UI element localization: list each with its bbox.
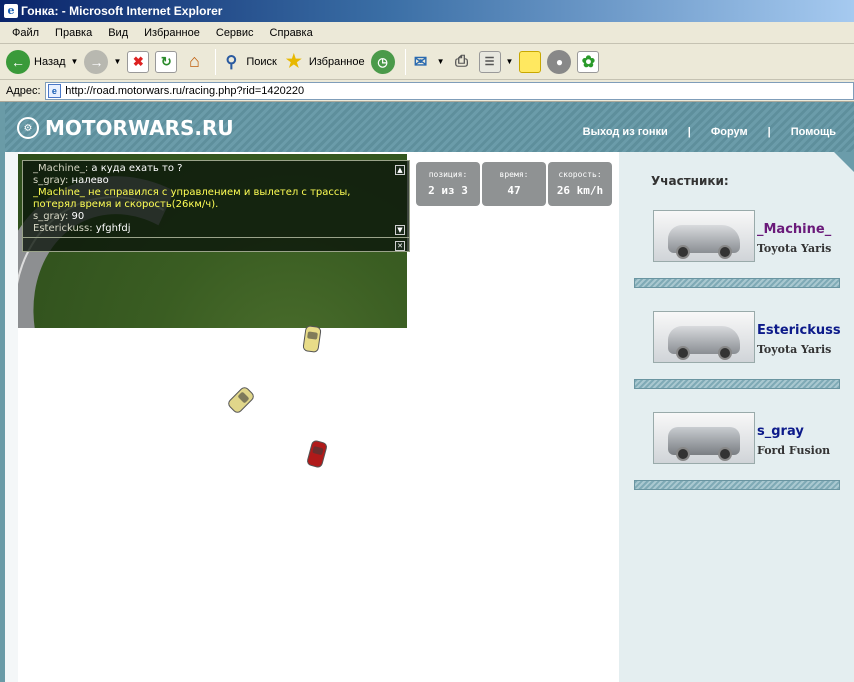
site-header: ⚙ MOTORWARS.RU Выход из гонки | Форум | … [5, 102, 854, 152]
search-icon: ⚲ [225, 53, 238, 71]
print-button[interactable]: ⎙ [451, 47, 473, 77]
address-input[interactable] [65, 84, 853, 97]
chat-system-line: _Machine_ не справился с управлением и в… [33, 187, 351, 198]
participants-title: Участники: [651, 174, 729, 188]
edit-dropdown-icon[interactable]: ▼ [506, 57, 514, 66]
participant-card[interactable]: _Machine_ Toyota Yaris [634, 210, 840, 290]
chat-scroll-up-icon[interactable]: ▲ [395, 165, 405, 175]
menu-help[interactable]: Справка [262, 27, 321, 39]
participant-car: Toyota Yaris [757, 343, 832, 356]
star-icon: ★ [285, 51, 302, 71]
nav-forum[interactable]: Форум [711, 126, 748, 138]
favorites-button[interactable]: ★ Избранное [283, 47, 365, 77]
history-icon: ◷ [370, 49, 395, 74]
chat-line: s_gray: 90 [33, 211, 85, 222]
participant-car: Ford Fusion [757, 444, 831, 457]
messenger-button[interactable]: ● [547, 47, 572, 77]
refresh-button[interactable]: ↻ [155, 47, 178, 77]
chat-line: _Machine_: а куда ехать то ? [33, 163, 183, 174]
forward-arrow-icon: → [84, 49, 109, 74]
address-field[interactable]: e [44, 81, 854, 100]
participant-card[interactable]: Esterickuss Toyota Yaris [634, 311, 841, 391]
stat-position: позиция: 2 из 3 [416, 162, 480, 206]
content-left-strip [5, 152, 18, 682]
participants-panel: Участники: _Machine_ Toyota Yaris Esteri… [619, 152, 854, 682]
participant-name[interactable]: Esterickuss [757, 323, 841, 338]
toolbar-separator [215, 48, 217, 75]
chat-line: s_gray: налево [33, 175, 109, 186]
web-page: ⚙ MOTORWARS.RU Выход из гонки | Форум | … [0, 102, 854, 682]
participant-progress-bar [634, 278, 840, 288]
stat-time: время: 47 [482, 162, 546, 206]
forward-button[interactable]: → ▼ [84, 47, 121, 77]
chat-divider [23, 237, 409, 238]
back-label: Назад [34, 55, 66, 68]
messenger-icon: ● [547, 49, 572, 74]
chat-system-line: потерял время и скорость(26км/ч). [33, 199, 219, 210]
site-nav: Выход из гонки | Форум | Помощь [583, 126, 836, 138]
back-dropdown-icon[interactable]: ▼ [71, 57, 79, 66]
back-arrow-icon: ← [6, 49, 30, 74]
panel-corner [834, 152, 854, 172]
home-icon: ⌂ [188, 51, 200, 71]
chat-line: Esterickuss: yfghfdj [33, 223, 131, 234]
back-button[interactable]: ← Назад ▼ [6, 47, 78, 77]
participant-progress-bar [634, 379, 840, 389]
address-bar: Адрес: e [0, 80, 854, 102]
menu-tools[interactable]: Сервис [208, 27, 262, 39]
stop-icon: ✖ [127, 50, 150, 73]
car-photo [653, 210, 755, 262]
printer-icon: ⎙ [455, 52, 468, 70]
menu-file[interactable]: Файл [4, 27, 47, 39]
chat-close-icon[interactable]: ✕ [395, 241, 405, 251]
site-logo[interactable]: ⚙ MOTORWARS.RU [17, 116, 234, 140]
page-icon: e [47, 83, 62, 98]
notes-button[interactable] [519, 47, 542, 77]
race-chat: _Machine_: а куда ехать то ? s_gray: нал… [22, 160, 410, 252]
window-title-bar: e Гонка: - Microsoft Internet Explorer [0, 0, 854, 22]
nav-help[interactable]: Помощь [791, 126, 836, 138]
edit-button[interactable]: ☰ ▼ [478, 47, 514, 77]
participant-progress-bar [634, 480, 840, 490]
nav-separator: | [687, 126, 691, 138]
history-button[interactable]: ◷ [370, 47, 395, 77]
toolbar-separator [404, 48, 406, 75]
car-photo [653, 412, 755, 464]
participant-car: Toyota Yaris [757, 242, 832, 255]
search-button[interactable]: ⚲ Поиск [220, 47, 277, 77]
mail-button[interactable]: ✉ ▼ [410, 47, 445, 77]
participant-name[interactable]: _Machine_ [757, 222, 831, 237]
icq-button[interactable]: ✿ [577, 47, 600, 77]
logo-mark-icon: ⚙ [17, 117, 39, 139]
menu-favorites[interactable]: Избранное [136, 27, 208, 39]
menu-edit[interactable]: Правка [47, 27, 100, 39]
icq-flower-icon: ✿ [577, 50, 600, 73]
toolbar: ← Назад ▼ → ▼ ✖ ↻ ⌂ ⚲ Поиск ★ Избранное … [0, 44, 854, 80]
menu-bar: Файл Правка Вид Избранное Сервис Справка [0, 22, 854, 44]
refresh-icon: ↻ [155, 50, 178, 73]
mail-dropdown-icon[interactable]: ▼ [437, 57, 445, 66]
participant-name[interactable]: s_gray [757, 424, 804, 439]
car-photo [653, 311, 755, 363]
edit-icon: ☰ [478, 50, 501, 73]
note-icon [519, 50, 542, 73]
nav-exit-race[interactable]: Выход из гонки [583, 126, 668, 138]
mail-icon: ✉ [413, 53, 428, 71]
forward-dropdown-icon[interactable]: ▼ [113, 57, 121, 66]
window-title: Гонка: - Microsoft Internet Explorer [21, 4, 223, 18]
race-stats: позиция: 2 из 3 время: 47 скорость: 26 k… [416, 162, 612, 206]
ie-icon: e [4, 4, 18, 18]
home-button[interactable]: ⌂ [183, 47, 205, 77]
menu-view[interactable]: Вид [100, 27, 136, 39]
address-label: Адрес: [6, 84, 41, 97]
participant-card[interactable]: s_gray Ford Fusion [634, 412, 840, 492]
search-label: Поиск [246, 55, 277, 68]
site-logo-text: MOTORWARS.RU [45, 116, 234, 140]
chat-scroll-down-icon[interactable]: ▼ [395, 225, 405, 235]
stat-speed: скорость: 26 km/h [548, 162, 612, 206]
favorites-label: Избранное [308, 55, 365, 68]
stop-button[interactable]: ✖ [127, 47, 150, 77]
nav-separator: | [767, 126, 771, 138]
